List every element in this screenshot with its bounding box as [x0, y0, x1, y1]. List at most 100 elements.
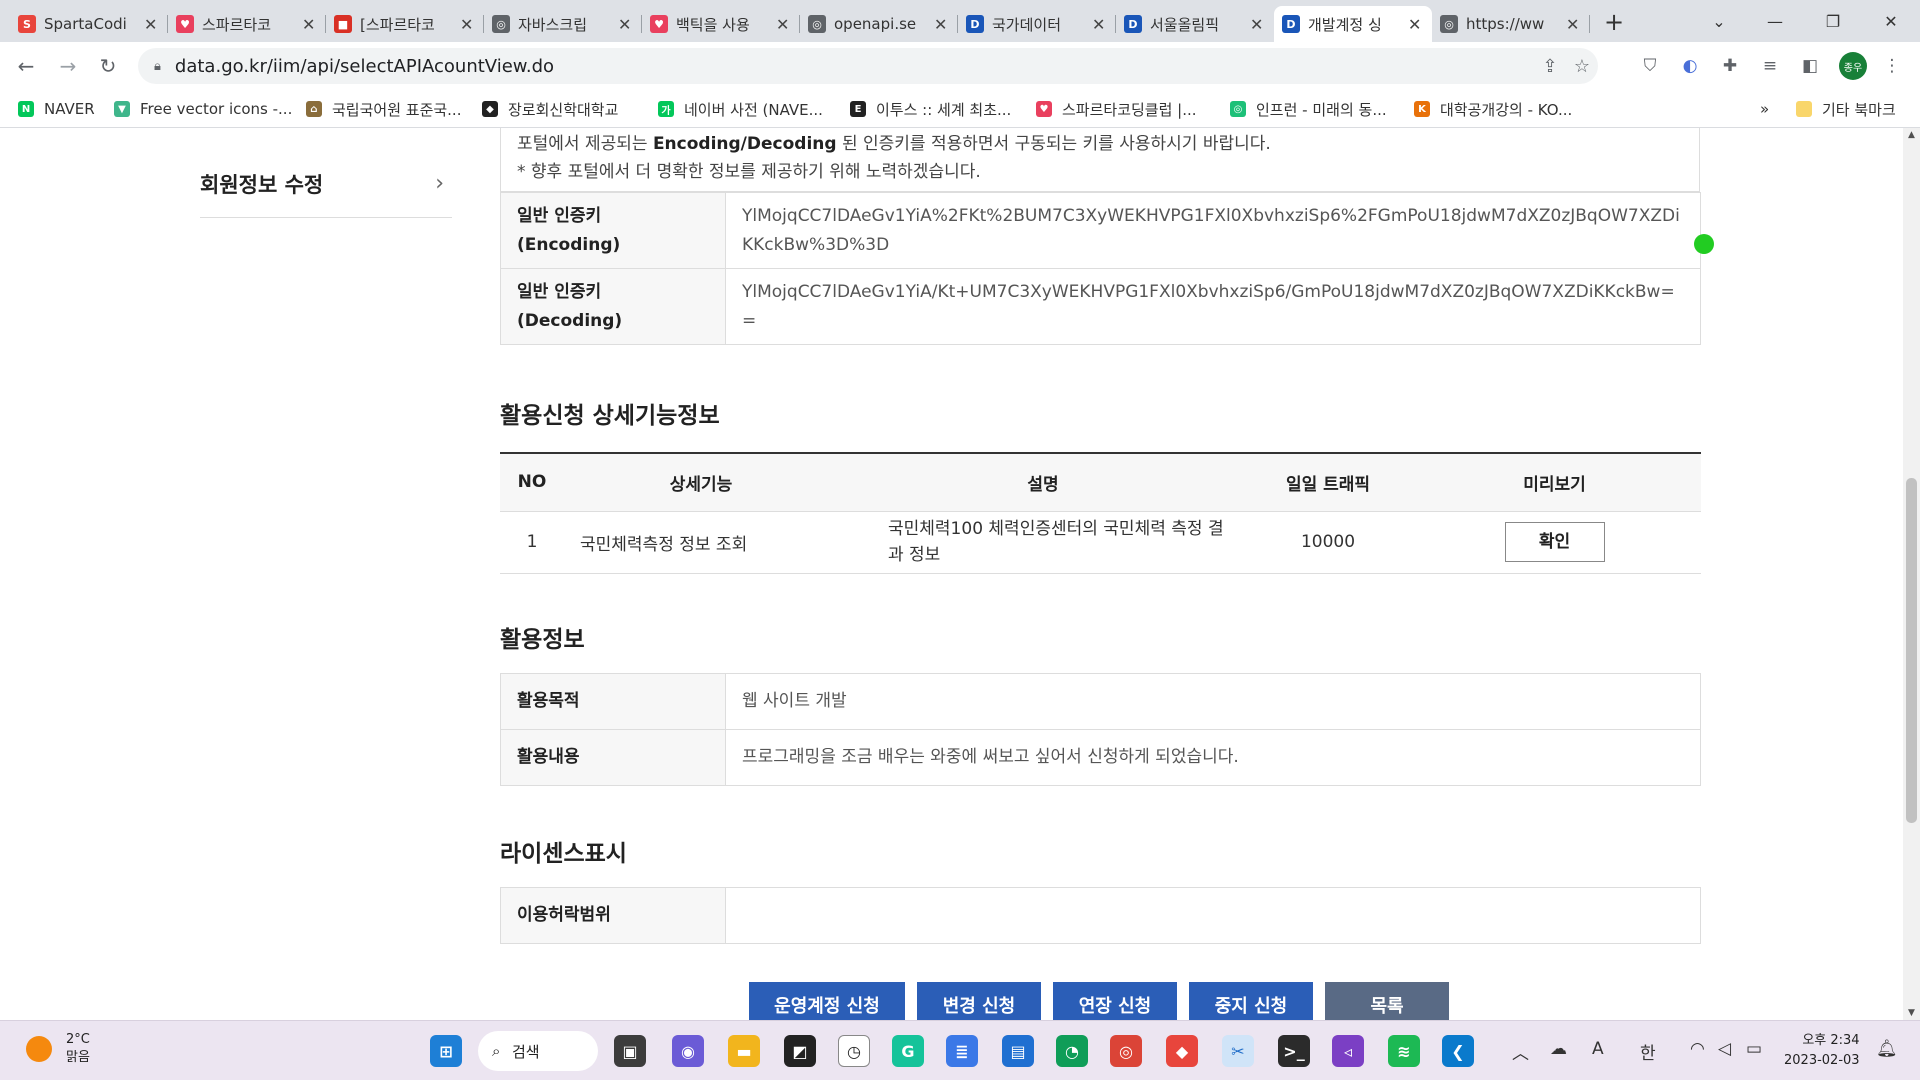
bookmark-item[interactable]: E 이투스 :: 세계 최초... — [850, 98, 1011, 120]
browser-tab[interactable]: ◎ https://ww ✕ — [1432, 6, 1590, 42]
minimize-button[interactable]: — — [1746, 0, 1804, 42]
volume-icon[interactable]: ◁ — [1718, 1039, 1731, 1059]
tab-close-icon[interactable]: ✕ — [934, 15, 950, 34]
clock-app-icon[interactable]: ◷ — [838, 1035, 870, 1067]
browser-tab[interactable]: ◎ 자바스크립 ✕ — [484, 6, 642, 42]
new-tab-button[interactable]: + — [1598, 6, 1630, 38]
notepad-icon[interactable]: ≣ — [946, 1035, 978, 1067]
ime-font-indicator[interactable]: A — [1592, 1039, 1604, 1059]
teams-chat-icon[interactable]: ◉ — [672, 1035, 704, 1067]
spotify-icon[interactable]: ≋ — [1388, 1035, 1420, 1067]
tab-close-icon[interactable]: ✕ — [1250, 15, 1266, 34]
reload-button[interactable]: ↻ — [92, 50, 124, 82]
visual-studio-icon[interactable]: ◃ — [1332, 1035, 1364, 1067]
snipping-tool-icon[interactable]: ✂ — [1222, 1035, 1254, 1067]
bookmarks-overflow-button[interactable]: » — [1760, 98, 1769, 120]
operate-account-button[interactable]: 운영계정 신청 — [749, 982, 905, 1020]
battery-icon[interactable]: ▭ — [1746, 1039, 1762, 1059]
scrollbar-thumb[interactable] — [1906, 478, 1917, 823]
browser-tab[interactable]: ♥ 백틱을 사용 ✕ — [642, 6, 800, 42]
preview-confirm-button[interactable]: 확인 — [1504, 522, 1605, 562]
bookmark-item[interactable]: K 대학공개강의 - KO... — [1414, 98, 1572, 120]
sidebar-item-edit-member[interactable]: 회원정보 수정 › — [200, 150, 452, 218]
puzzle-extensions-icon[interactable]: ✚ — [1718, 54, 1742, 78]
address-bar[interactable]: 🔒︎ data.go.kr/iim/api/selectAPIAcountVie… — [138, 48, 1598, 84]
bookmark-item[interactable]: ◎ 인프런 - 미래의 동... — [1230, 98, 1387, 120]
stop-request-button[interactable]: 중지 신청 — [1189, 982, 1313, 1020]
browser-tab[interactable]: D 국가데이터 ✕ — [958, 6, 1116, 42]
lock-icon[interactable]: 🔒︎ — [154, 59, 161, 74]
change-request-button[interactable]: 변경 신청 — [917, 982, 1041, 1020]
browser-tab[interactable]: D 개발계정 싱 ✕ — [1274, 6, 1432, 42]
file-explorer-icon[interactable]: ▬ — [728, 1035, 760, 1067]
wifi-icon[interactable]: ◠ — [1690, 1039, 1705, 1059]
restore-button[interactable]: ❐ — [1804, 0, 1862, 42]
extend-request-button[interactable]: 연장 신청 — [1053, 982, 1177, 1020]
taskbar-clock[interactable]: 오후 2:34 2023-02-03 — [1784, 1031, 1860, 1071]
menu-kebab-icon[interactable]: ⋮ — [1880, 54, 1904, 78]
bookmark-item[interactable]: ⌂ 국립국어원 표준국... — [306, 98, 461, 120]
profile-avatar[interactable]: 종우 — [1839, 52, 1867, 80]
url-text: data.go.kr/iim/api/selectAPIAcountView.d… — [174, 55, 555, 77]
ime-mode-indicator[interactable]: 한 — [1640, 1039, 1656, 1064]
bookmark-item[interactable]: 가 네이버 사전 (NAVE... — [658, 98, 823, 120]
close-window-button[interactable]: ✕ — [1862, 0, 1920, 42]
windows-start-icon[interactable]: ⊞ — [430, 1035, 462, 1067]
bookmark-item[interactable]: ◆ 장로회신학대학교 — [482, 98, 618, 120]
side-panel-icon[interactable]: ◧ — [1798, 54, 1822, 78]
chrome-browser-icon[interactable]: ◎ — [1110, 1035, 1142, 1067]
license-row: 이용허락범위 — [500, 887, 1701, 944]
key-label: 일반 인증키 (Decoding) — [500, 268, 726, 345]
red-app-icon[interactable]: ◆ — [1166, 1035, 1198, 1067]
encoding-key-value[interactable]: YlMojqCC7lDAeGv1YiA%2FKt%2BUM7C3XyWEKHVP… — [725, 192, 1701, 269]
tab-close-icon[interactable]: ✕ — [1408, 15, 1424, 34]
tab-close-icon[interactable]: ✕ — [1092, 15, 1108, 34]
tab-close-icon[interactable]: ✕ — [144, 15, 160, 34]
browser-tab[interactable]: ◎ openapi.se ✕ — [800, 6, 958, 42]
bookmark-item[interactable]: N NAVER — [18, 98, 95, 120]
auth-key-table: 일반 인증키 (Encoding) YlMojqCC7lDAeGv1YiA%2FK… — [500, 192, 1701, 345]
scroll-up-arrow-icon[interactable]: ▲ — [1903, 130, 1920, 140]
onedrive-cloud-icon[interactable]: ☁ — [1550, 1039, 1567, 1059]
taskbar-search[interactable]: ⌕ 검색 — [478, 1031, 598, 1071]
share-icon[interactable]: ⇪ — [1538, 54, 1562, 78]
edge-browser-icon[interactable]: ◔ — [1056, 1035, 1088, 1067]
tab-close-icon[interactable]: ✕ — [618, 15, 634, 34]
extension-icon[interactable]: ◐ — [1678, 54, 1702, 78]
bookmark-item[interactable]: ▼ Free vector icons -... — [114, 98, 292, 120]
browser-tab[interactable]: ♥ 스파르타코 ✕ — [168, 6, 326, 42]
decoding-key-value[interactable]: YlMojqCC7lDAeGv1YiA/Kt+UM7C3XyWEKHVPG1FX… — [725, 268, 1701, 345]
tab-search-chevron-icon[interactable]: ⌄ — [1690, 0, 1748, 42]
tab-close-icon[interactable]: ✕ — [1566, 15, 1582, 34]
notification-bell-icon[interactable]: 🔔︎ — [1876, 1039, 1898, 1059]
scroll-down-arrow-icon[interactable]: ▼ — [1903, 1008, 1920, 1018]
tab-close-icon[interactable]: ✕ — [302, 15, 318, 34]
tray-overflow-chevron-icon[interactable]: ︿ — [1512, 1039, 1529, 1064]
bookmark-label: 스파르타코딩클럽 |... — [1062, 100, 1197, 119]
forward-button[interactable]: → — [52, 50, 84, 82]
page-scrollbar[interactable]: ▲ ▼ — [1903, 128, 1920, 1020]
back-button[interactable]: ← — [10, 50, 42, 82]
media-control-icon[interactable]: ≡ — [1758, 54, 1782, 78]
col-traffic: 일일 트래픽 — [1248, 452, 1408, 512]
shield-extension-icon[interactable]: ⛉ — [1638, 54, 1662, 78]
reader-app-icon[interactable]: ▤ — [1002, 1035, 1034, 1067]
sticky-notes-icon[interactable]: ◩ — [784, 1035, 816, 1067]
terminal-icon[interactable]: >_ — [1278, 1035, 1310, 1067]
tab-close-icon[interactable]: ✕ — [776, 15, 792, 34]
other-bookmarks-folder[interactable]: 기타 북마크 — [1796, 98, 1896, 120]
col-feature: 상세기능 — [564, 452, 838, 512]
bookmark-star-icon[interactable]: ☆ — [1570, 54, 1594, 78]
browser-tab[interactable]: D 서울올림픽 ✕ — [1116, 6, 1274, 42]
browser-tab[interactable]: ■ [스파르타코 ✕ — [326, 6, 484, 42]
vscode-icon[interactable]: ❮ — [1442, 1035, 1474, 1067]
weather-widget[interactable]: 2°C 맑음 — [26, 1031, 90, 1067]
browser-tab[interactable]: S SpartaCodi ✕ — [10, 6, 168, 42]
taskbar: 2°C 맑음 ⊞ ⌕ 검색 ▣ ◉ ▬ ◩ ◷ G ≣ ▤ ◔ ◎ ◆ ✂ >_… — [0, 1020, 1920, 1080]
bookmark-item[interactable]: ♥ 스파르타코딩클럽 |... — [1036, 98, 1197, 120]
tab-close-icon[interactable]: ✕ — [460, 15, 476, 34]
task-view-icon[interactable]: ▣ — [614, 1035, 646, 1067]
usage-row-purpose: 활용목적 웹 사이트 개발 — [500, 673, 1701, 730]
list-button[interactable]: 목록 — [1325, 982, 1449, 1020]
grammarly-icon[interactable]: G — [892, 1035, 924, 1067]
